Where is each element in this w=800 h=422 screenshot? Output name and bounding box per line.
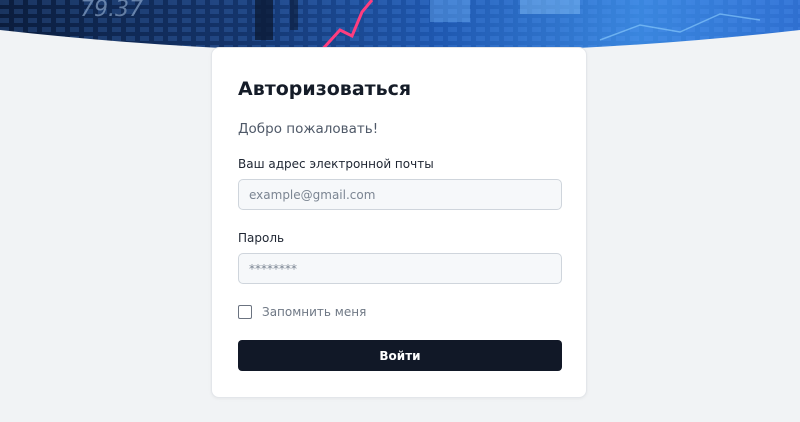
login-button[interactable]: Войти <box>238 340 562 371</box>
password-field[interactable] <box>238 253 562 284</box>
page-title: Авторизоваться <box>238 78 412 100</box>
banner-number: 79.37 <box>80 0 143 22</box>
remember-label[interactable]: Запомнить меня <box>262 305 366 319</box>
email-field[interactable] <box>238 179 562 210</box>
welcome-text: Добро пожаловать! <box>238 121 379 137</box>
email-label: Ваш адрес электронной почты <box>238 157 434 171</box>
password-label: Пароль <box>238 231 285 245</box>
remember-me[interactable]: Запомнить меня <box>238 305 366 319</box>
remember-checkbox[interactable] <box>238 305 252 319</box>
login-card: Авторизоваться Добро пожаловать! Ваш адр… <box>211 47 587 398</box>
